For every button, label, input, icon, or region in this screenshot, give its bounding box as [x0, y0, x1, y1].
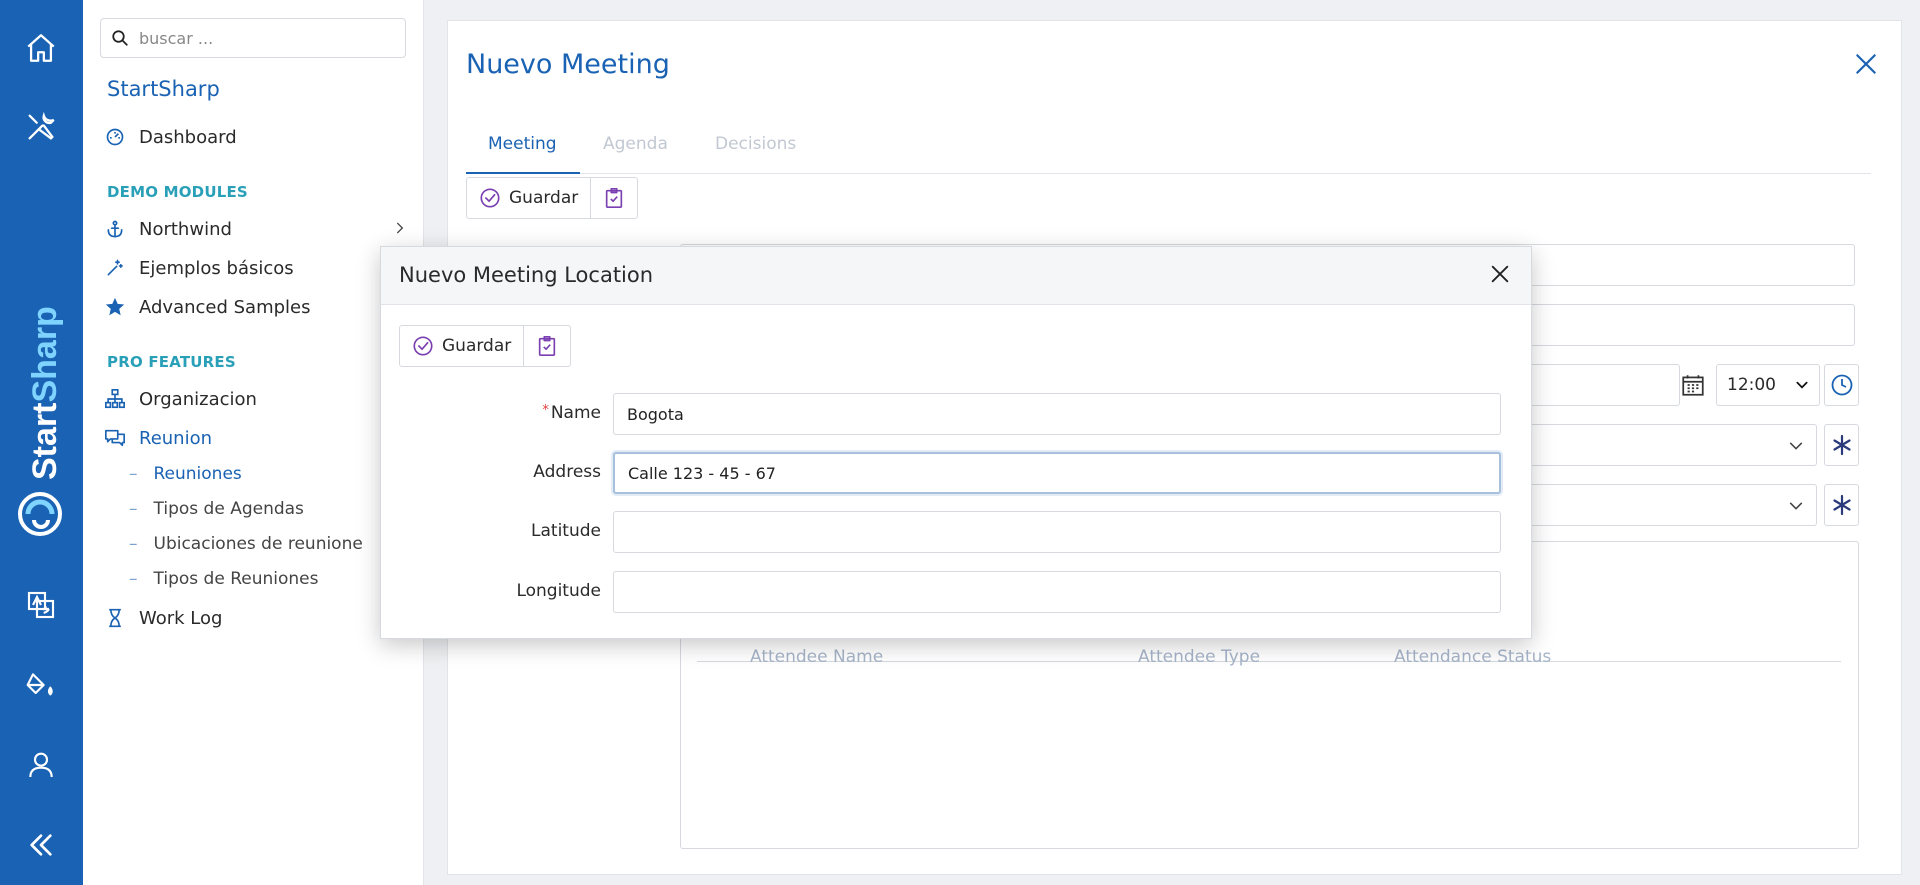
brand-logo: StartSharp	[12, 280, 72, 550]
search-input[interactable]	[139, 28, 389, 48]
close-icon[interactable]	[1489, 263, 1515, 289]
chat-icon	[103, 426, 127, 450]
user-icon[interactable]	[20, 744, 62, 786]
anchor-icon	[103, 217, 127, 241]
clock-icon	[1831, 374, 1852, 396]
column-header[interactable]: Attendee Name	[750, 647, 883, 667]
sidebar-item-label: Work Log	[139, 607, 223, 629]
chevron-down-icon	[1796, 381, 1808, 389]
save-button[interactable]: Guardar	[400, 326, 523, 366]
sitemap-icon	[103, 387, 127, 411]
tab-underline	[466, 172, 580, 174]
paint-bucket-icon[interactable]	[20, 664, 62, 706]
sidebar-title: StartSharp	[107, 77, 220, 101]
apply-changes-button[interactable]	[590, 178, 637, 218]
dialog-title: Nuevo Meeting Location	[399, 263, 654, 287]
chevron-down-icon	[1789, 502, 1803, 510]
page-title: Nuevo Meeting	[466, 49, 670, 80]
search-box[interactable]	[100, 18, 406, 58]
sidebar-item-label: Dashboard	[139, 126, 237, 148]
meeting-location-dialog: Nuevo Meeting Location Guardar *Name Add…	[380, 246, 1532, 639]
main-toolbar: Guardar	[466, 177, 639, 219]
tab-agenda[interactable]: Agenda	[603, 134, 668, 154]
sidebar-item-label: Advanced Samples	[139, 296, 311, 318]
asterisk-icon	[1832, 434, 1851, 456]
latitude-field[interactable]	[613, 511, 1501, 553]
tab-decisions[interactable]: Decisions	[715, 134, 796, 154]
field-label: Latitude	[531, 521, 601, 541]
clipboard-check-icon	[539, 336, 556, 356]
sidebar-subitem-tipos-reuniones[interactable]: – Tipos de Reuniones	[129, 569, 318, 589]
section-label-demo: DEMO MODULES	[107, 183, 248, 201]
sidebar-item-label: Reunion	[139, 427, 213, 449]
column-header[interactable]: Attendee Type	[1138, 647, 1260, 667]
chevron-right-icon[interactable]	[393, 221, 407, 239]
magic-wand-icon	[103, 256, 127, 280]
field-label: Longitude	[516, 581, 601, 601]
field-label: * Name	[542, 403, 601, 423]
sidebar-subitem-label: Ubicaciones de reunione	[153, 534, 363, 554]
sidebar-item-label: Ejemplos básicos	[139, 257, 294, 279]
sidebar: StartSharp Dashboard DEMO MODULES Northw…	[83, 0, 424, 885]
sidebar-item-advanced-samples[interactable]: Advanced Samples	[103, 292, 311, 322]
sidebar-item-northwind[interactable]: Northwind	[103, 214, 232, 244]
home-icon[interactable]	[20, 27, 62, 69]
sidebar-subitem-label: Reuniones	[153, 464, 242, 484]
gauge-icon	[103, 125, 127, 149]
collapse-icon[interactable]	[20, 824, 62, 866]
latitude-row: Latitude	[381, 511, 1531, 553]
longitude-field[interactable]	[613, 571, 1501, 613]
address-field[interactable]	[613, 452, 1501, 494]
sidebar-subitem-ubicaciones[interactable]: – Ubicaciones de reunione	[129, 534, 363, 554]
sidebar-item-reunion[interactable]: Reunion	[103, 423, 212, 453]
sidebar-item-dashboard[interactable]: Dashboard	[103, 122, 237, 152]
name-field[interactable]	[613, 393, 1501, 435]
save-button[interactable]: Guardar	[467, 178, 590, 218]
column-header[interactable]: Attendance Status	[1394, 647, 1551, 667]
calendar-icon[interactable]	[1680, 372, 1706, 402]
translate-icon[interactable]	[20, 584, 62, 626]
sidebar-item-label: Organizacion	[139, 388, 257, 410]
sidebar-item-organizacion[interactable]: Organizacion	[103, 384, 257, 414]
tab-bar: Meeting Agenda Decisions	[466, 111, 1871, 174]
clipboard-check-icon	[606, 188, 623, 208]
asterisk-icon	[1832, 494, 1851, 516]
section-label-pro: PRO FEATURES	[107, 353, 236, 371]
star-icon	[103, 295, 127, 319]
sidebar-item-label: Northwind	[139, 218, 232, 240]
sidebar-subitem-label: Tipos de Agendas	[153, 499, 304, 519]
chevron-down-icon	[1789, 442, 1803, 450]
svg-text:StartSharp: StartSharp	[26, 306, 64, 480]
icon-rail: StartSharp	[0, 0, 83, 885]
asterisk-button[interactable]	[1824, 424, 1859, 466]
time-select[interactable]: 12:00	[1716, 364, 1820, 406]
field-label: Address	[533, 462, 601, 482]
sidebar-subitem-tipos-agendas[interactable]: – Tipos de Agendas	[129, 499, 304, 519]
search-icon	[101, 29, 139, 47]
check-circle-icon	[480, 188, 500, 208]
clock-button[interactable]	[1824, 364, 1859, 406]
close-icon[interactable]	[1853, 51, 1883, 81]
dialog-header: Nuevo Meeting Location	[381, 247, 1531, 305]
hourglass-icon	[103, 606, 127, 630]
sidebar-item-work-log[interactable]: Work Log	[103, 603, 222, 633]
tab-meeting[interactable]: Meeting	[488, 134, 557, 154]
longitude-row: Longitude	[381, 571, 1531, 613]
sidebar-subitem-reuniones[interactable]: – Reuniones	[129, 464, 242, 484]
sidebar-item-ejemplos-basicos[interactable]: Ejemplos básicos	[103, 253, 294, 283]
asterisk-button[interactable]	[1824, 484, 1859, 526]
dialog-toolbar: Guardar	[399, 325, 572, 367]
name-row: * Name	[381, 393, 1531, 435]
check-circle-icon	[413, 336, 433, 356]
sidebar-subitem-label: Tipos de Reuniones	[153, 569, 319, 589]
address-row: Address	[381, 452, 1531, 494]
tools-icon[interactable]	[20, 106, 62, 148]
apply-changes-button[interactable]	[523, 326, 570, 366]
